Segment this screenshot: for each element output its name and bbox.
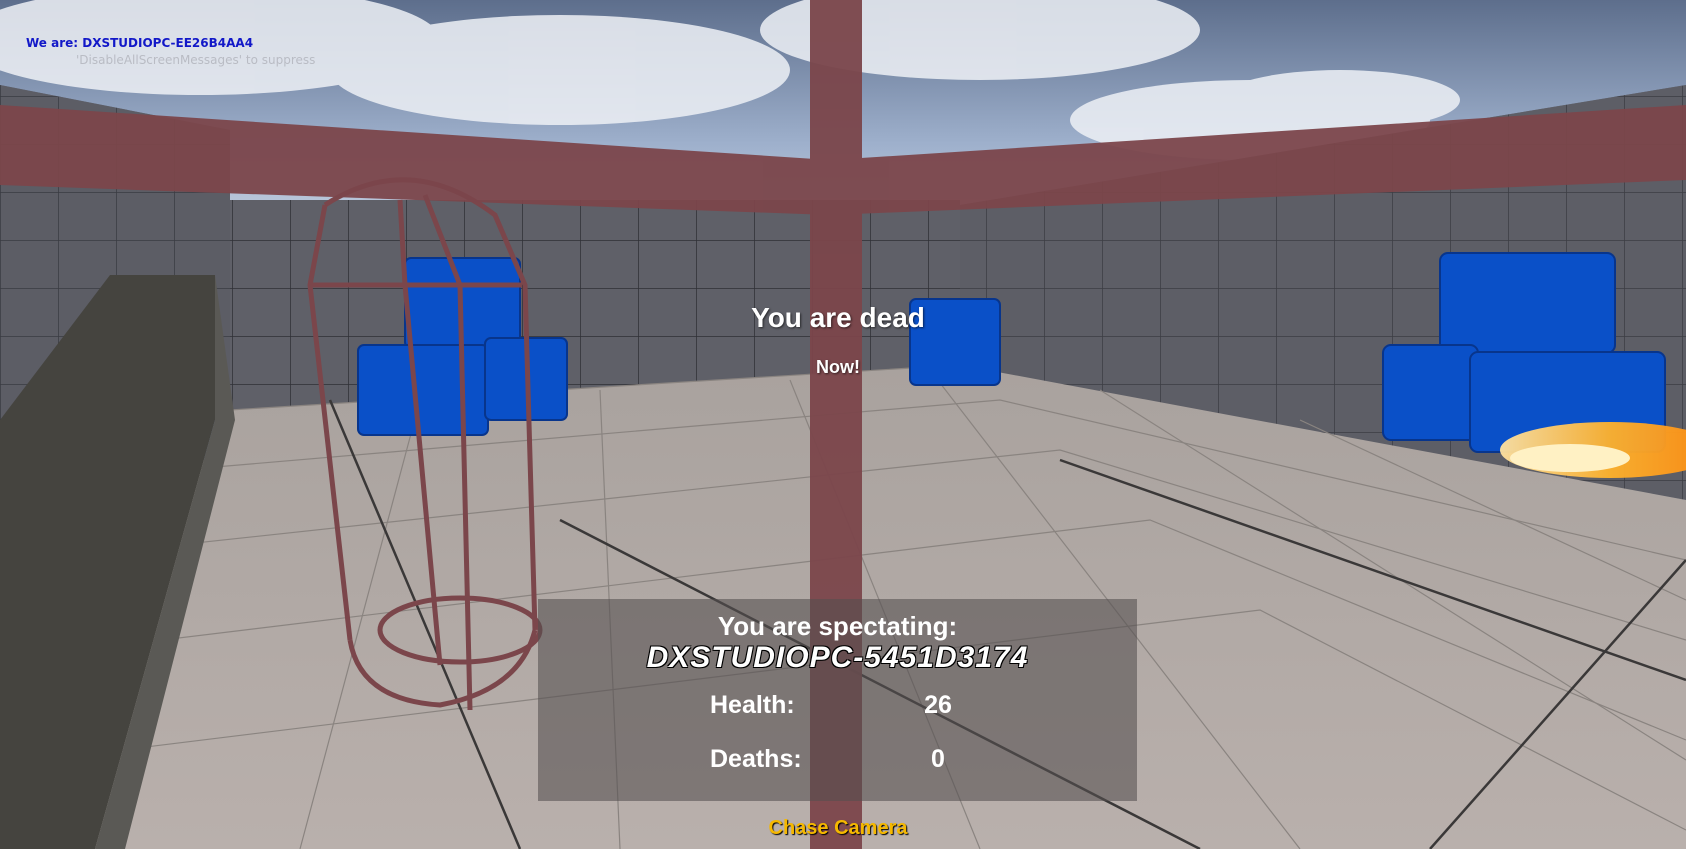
health-value: 26 <box>924 691 952 719</box>
spectate-panel: You are spectating: DXSTUDIOPC-5451D3174… <box>538 599 1137 801</box>
spectate-title: You are spectating: <box>717 611 958 641</box>
deaths-label: Deaths: <box>710 745 802 773</box>
camera-mode-button[interactable]: Chase Camera <box>0 817 1676 840</box>
death-message: You are dead <box>751 302 925 333</box>
health-label: Health: <box>710 691 795 719</box>
spectated-player-name: DXSTUDIOPC-5451D3174 <box>646 641 1029 674</box>
debug-player-id: We are: DXSTUDIOPC-EE26B4AA4 <box>26 36 254 50</box>
death-subtitle: Now! <box>816 357 860 377</box>
debug-suppress-hint: 'DisableAllScreenMessages' to suppress <box>76 53 316 67</box>
deaths-value: 0 <box>931 745 945 773</box>
